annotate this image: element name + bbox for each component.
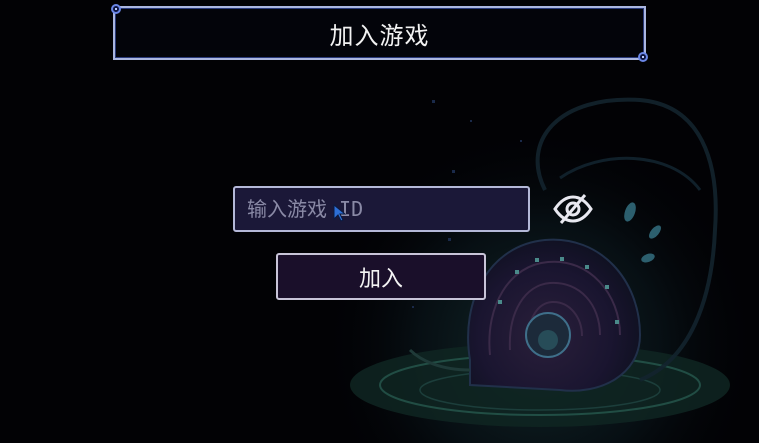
page-title: 加入游戏 [329, 21, 430, 50]
join-game-screen: 加入游戏 加入 [0, 0, 759, 443]
game-id-input[interactable] [233, 186, 530, 232]
join-button-label: 加入 [358, 266, 403, 292]
title-banner: 加入游戏 [111, 4, 648, 62]
corner-ornament-icon [638, 52, 648, 62]
join-button[interactable]: 加入 [276, 253, 486, 300]
mouse-pointer-icon [333, 204, 347, 222]
corner-ornament-icon [111, 4, 121, 14]
eye-slash-icon[interactable] [552, 192, 594, 226]
